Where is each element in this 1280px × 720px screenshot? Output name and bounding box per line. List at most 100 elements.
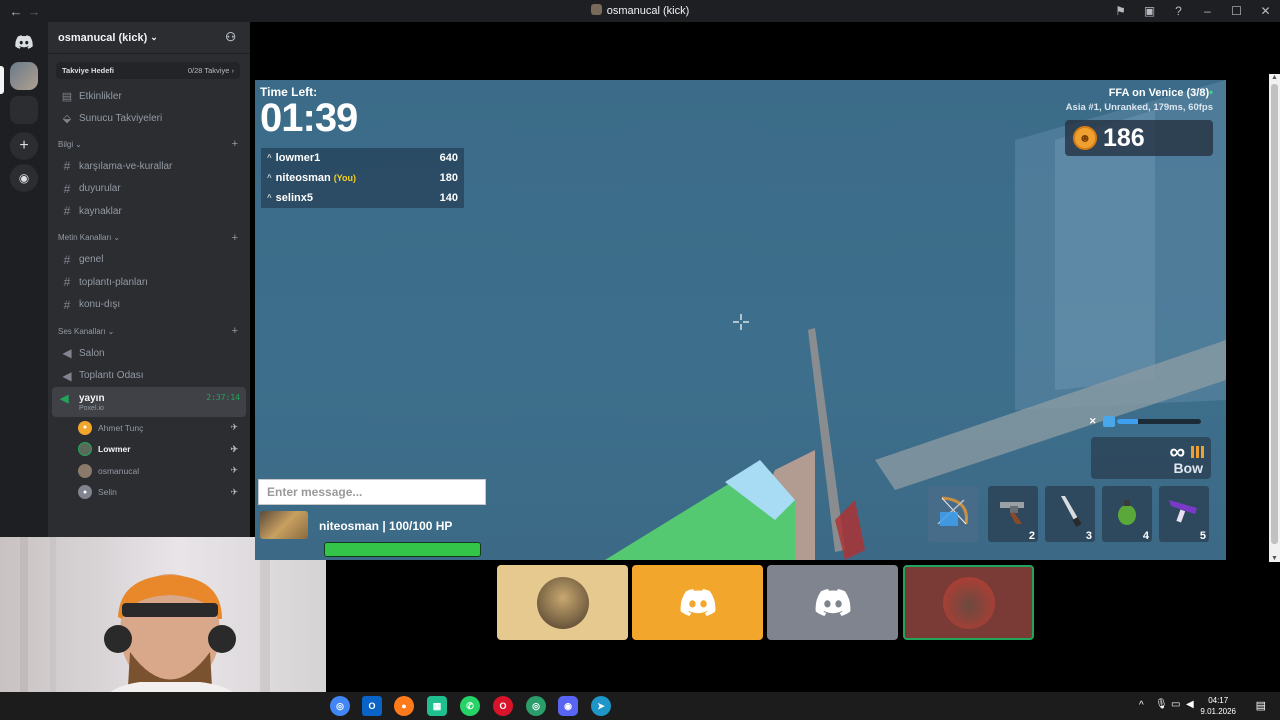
notification-icon[interactable]: ▤ — [1256, 699, 1266, 712]
player-hp-label: niteosman | 100/100 HP — [319, 519, 453, 533]
discord-taskbar-icon[interactable]: ◉ — [558, 696, 578, 716]
volume-icon[interactable]: ◀ — [1186, 699, 1194, 710]
hotbar-slot-5[interactable]: 5 — [1159, 486, 1209, 542]
bow-icon — [937, 496, 968, 526]
call-participant-tile[interactable] — [767, 565, 898, 640]
hash-icon: # — [63, 159, 71, 174]
game-viewport[interactable]: Time Left: 01:39 ^ lowmer1 640 ^ niteosman(… — [255, 80, 1226, 560]
add-channel-icon[interactable]: + — [232, 232, 238, 244]
match-timer: 01:39 — [260, 96, 358, 140]
leaderboard: ^ lowmer1 640 ^ niteosman (You) 180 ^ selinx5 1… — [261, 148, 464, 208]
chrome-icon[interactable]: ◎ — [330, 696, 350, 716]
windows-taskbar: ◎ O ● ▦ ✆ O ◎ ◉ ➤ ^ 🎙 ▭ ◀ 04:17 9.01.202… — [0, 692, 1280, 720]
scrollbar-thumb[interactable] — [1271, 84, 1278, 544]
add-channel-icon[interactable]: + — [232, 138, 238, 150]
events-item[interactable]: ▤ Etkinlikler — [48, 85, 250, 107]
close-button[interactable]: ✕ — [1251, 4, 1280, 18]
server-icon-osmanucal[interactable] — [10, 62, 38, 90]
hash-icon: # — [63, 252, 71, 267]
category-label: Metin Kanalları — [58, 233, 112, 242]
player-name: niteosman — [275, 171, 331, 184]
network-icon[interactable]: ▭ — [1171, 699, 1180, 710]
server-boosts-item[interactable]: ⬙ Sunucu Takviyeleri — [48, 107, 250, 129]
whatsapp-icon[interactable]: ✆ — [460, 696, 480, 716]
leaderboard-row: ^ selinx5 140 — [261, 188, 464, 208]
you-tag: (You) — [333, 172, 357, 183]
participant-avatar — [942, 576, 995, 629]
server-header[interactable]: osmanucal (kick) ⌄ ⚇ — [48, 22, 250, 54]
avatar — [78, 442, 92, 457]
add-server-icon[interactable]: + — [10, 132, 38, 160]
hotbar-slot-4[interactable]: 4 — [1102, 486, 1152, 542]
voice-member[interactable]: osmanucal ✈ — [48, 460, 250, 482]
help-icon[interactable]: ? — [1164, 4, 1193, 18]
back-arrow-icon[interactable]: ← — [8, 4, 24, 19]
firefox-icon[interactable]: ● — [394, 696, 414, 716]
category-metin-kanallari[interactable]: Metin Kanalları ⌄ + — [48, 227, 250, 249]
channel-toplanti-planlari[interactable]: # toplantı-planları — [48, 271, 250, 294]
discord-home-icon[interactable] — [10, 28, 38, 56]
participant-avatar — [536, 576, 589, 629]
voice-channel-toplanti-odasi[interactable]: ◀ Toplantı Odası — [48, 365, 250, 388]
category-bilgi[interactable]: Bilgi ⌄ + — [48, 133, 250, 155]
scroll-up-icon[interactable]: ▲ — [1271, 74, 1278, 81]
chat-message-input[interactable]: Enter message... — [258, 479, 486, 505]
rocket-icon: ✈ — [230, 443, 238, 454]
durability-bar-fill — [1117, 419, 1138, 424]
opera-icon[interactable]: O — [493, 696, 513, 716]
channel-label: Salon — [79, 347, 105, 359]
voice-member[interactable]: Lowmer ✈ — [48, 439, 250, 461]
channel-konu-disi[interactable]: # konu-dışı — [48, 294, 250, 317]
slot-number: 2 — [1028, 530, 1035, 542]
invite-people-icon[interactable]: ⚇ — [225, 30, 236, 44]
explore-compass-icon[interactable]: ◉ — [10, 164, 38, 192]
category-ses-kanallari[interactable]: Ses Kanalları ⌄ + — [48, 320, 250, 342]
channel-label: duyurular — [79, 183, 121, 195]
hp-bar-fill — [325, 543, 480, 556]
microphone-icon[interactable]: 🎙 — [1155, 699, 1168, 710]
voice-member[interactable]: ● Selin ✈ — [48, 482, 250, 504]
scroll-down-icon[interactable]: ▼ — [1271, 555, 1278, 562]
forward-arrow-icon[interactable]: → — [26, 4, 42, 19]
channel-duyurular[interactable]: # duyurular — [48, 178, 250, 201]
tray-chevron-icon[interactable]: ^ — [1139, 700, 1144, 711]
inbox-icon[interactable]: ▣ — [1135, 4, 1164, 18]
maximize-button[interactable]: ☐ — [1222, 4, 1251, 18]
voice-activity-label: Poxel.io — [79, 405, 104, 412]
chevron-up-icon: ^ — [267, 193, 272, 203]
member-name: Lowmer — [98, 444, 131, 455]
status-dot-icon: • — [1209, 87, 1213, 99]
outlook-icon[interactable]: O — [362, 696, 382, 716]
channel-genel[interactable]: # genel — [48, 249, 250, 272]
discord-logo-icon — [680, 589, 715, 616]
player-score: 140 — [439, 191, 458, 204]
server-avatar-icon — [590, 4, 602, 15]
hotbar-slot-2[interactable]: 2 — [988, 486, 1038, 542]
channel-kaynaklar[interactable]: # kaynaklar — [48, 200, 250, 223]
page-scrollbar[interactable]: ▲ ▼ — [1269, 74, 1280, 562]
slot-number: 4 — [1142, 530, 1149, 542]
call-participant-tile[interactable] — [632, 565, 763, 640]
hotbar-slot-1[interactable] — [928, 486, 978, 542]
call-participant-tile[interactable] — [497, 565, 628, 640]
flag-icon[interactable]: ⚑ — [1106, 4, 1135, 18]
voice-channel-yayin[interactable]: ◀ yayın Poxel.io 2:37:14 — [52, 387, 246, 417]
call-participant-tile-speaking[interactable] — [903, 565, 1034, 640]
hotbar-slot-3[interactable]: 3 — [1045, 486, 1095, 542]
server-name: osmanucal (kick) — [58, 31, 148, 44]
minimize-button[interactable]: – — [1193, 4, 1222, 18]
add-channel-icon[interactable]: + — [232, 325, 238, 337]
chrome-profile-icon[interactable]: ◎ — [526, 696, 546, 716]
taskbar-clock[interactable]: 04:17 9.01.2026 — [1200, 695, 1236, 717]
channel-sidebar: osmanucal (kick) ⌄ ⚇ Takviye Hedefi 0/28 … — [48, 22, 250, 537]
close-small-icon[interactable]: ✕ — [1089, 416, 1100, 427]
app-icon[interactable]: ▦ — [427, 696, 447, 716]
voice-channel-salon[interactable]: ◀ Salon — [48, 342, 250, 365]
voice-member[interactable]: ● Ahmet Tunç ✈ — [48, 417, 250, 439]
boost-goal-bar[interactable]: Takviye Hedefi 0/28 Takviye › — [56, 62, 240, 79]
telegram-icon[interactable]: ➤ — [591, 696, 611, 716]
rocket-icon: ✈ — [230, 465, 238, 476]
channel-karsilama[interactable]: # karşılama-ve-kurallar — [48, 155, 250, 178]
leaderboard-row: ^ lowmer1 640 — [261, 148, 464, 168]
server-folder-icon[interactable] — [10, 96, 38, 124]
